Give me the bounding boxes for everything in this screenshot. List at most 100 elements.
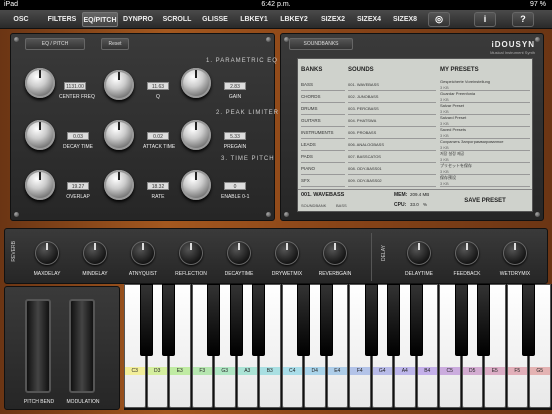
center-freq-knob[interactable] — [25, 68, 55, 98]
black-key[interactable] — [252, 284, 265, 356]
bank-item[interactable]: DRUMS — [301, 103, 345, 115]
preset-size: 3 KB — [440, 181, 449, 186]
reverb-knob-label: REVERBGAIN — [318, 271, 352, 277]
reverb-atnyquist-knob[interactable] — [131, 241, 155, 265]
black-key[interactable] — [387, 284, 400, 356]
reverb-mindelay-knob[interactable] — [83, 241, 107, 265]
delay-title: DELAY — [381, 245, 387, 262]
bank-item[interactable]: LEADS — [301, 139, 345, 151]
preset-size: 3 KB — [440, 97, 449, 102]
key-label: B3 — [260, 367, 280, 375]
delay-knob-label: WETDRYMIX — [499, 271, 531, 277]
delay-wetdrymix-knob[interactable] — [503, 241, 527, 265]
preset-size: 3 KB — [440, 145, 449, 150]
reverb-reverbgain-knob[interactable] — [323, 241, 347, 265]
bank-item[interactable]: SFX — [301, 175, 345, 187]
decay-time-knob[interactable] — [25, 120, 55, 150]
sound-item[interactable]: 006. ANALOGBASS — [348, 139, 436, 151]
black-key[interactable] — [364, 284, 378, 356]
black-key[interactable] — [139, 284, 153, 356]
pregain-knob[interactable] — [181, 120, 211, 150]
black-key[interactable] — [522, 284, 535, 356]
center-freq-label: CENTER FREQ — [59, 94, 95, 100]
key-label: F3 — [192, 367, 212, 375]
black-key[interactable] — [409, 284, 423, 356]
key-label: F5 — [507, 367, 527, 375]
preset-item[interactable]: Сохранить Запрограммированное 3 KB — [440, 139, 530, 151]
gain-knob[interactable] — [181, 68, 211, 98]
eq-pitch-tab[interactable]: EQ / PITCH — [25, 38, 85, 50]
delay-feedback-knob[interactable] — [455, 241, 479, 265]
black-key[interactable] — [477, 284, 490, 356]
black-key[interactable] — [319, 284, 333, 356]
bank-item[interactable]: PIANO — [301, 163, 345, 175]
preset-size: 3 KB — [440, 85, 449, 90]
sound-item[interactable]: 009. ODY-BASS02 — [348, 175, 436, 187]
preset-item[interactable]: プリセットを保存 3 KB — [440, 163, 530, 175]
tab-sizex4[interactable]: SIZEX4 — [352, 12, 386, 27]
reverb-decaytime-knob[interactable] — [227, 241, 251, 265]
preset-item[interactable]: Gespeicherte Voreinstellung 3 KB — [440, 79, 530, 91]
preset-item[interactable]: Saved Presets 3 KB — [440, 127, 530, 139]
preset-item[interactable]: Salvar Preset 3 KB — [440, 103, 530, 115]
preset-item[interactable]: 저장 설정 제공 3 KB — [440, 151, 530, 163]
sound-item[interactable]: 002. JUNOBASS — [348, 91, 436, 103]
reverb-reflection-knob[interactable] — [179, 241, 203, 265]
reverb-knob-label: MINDELAY — [82, 271, 108, 277]
info-icon[interactable]: i — [474, 12, 496, 27]
preset-item[interactable]: Salvard Preset 3 KB — [440, 115, 530, 127]
tab-sizex2[interactable]: SIZEX2 — [316, 12, 350, 27]
key-label: A4 — [395, 367, 415, 375]
tab-scroll[interactable]: SCROLL — [160, 12, 194, 27]
reverb-knob-label: ATNYQUIST — [128, 271, 158, 277]
tab-filters[interactable]: FILTERS — [44, 12, 80, 27]
tab-sizex8[interactable]: SIZEX8 — [388, 12, 422, 27]
sound-item[interactable]: 001. WAVEBASS — [348, 79, 436, 91]
bank-item[interactable]: CHORDS — [301, 91, 345, 103]
sound-item[interactable]: 008. ODY-BASS01 — [348, 163, 436, 175]
reverb-maxdelay-knob[interactable] — [35, 241, 59, 265]
tab-dynpro[interactable]: DYNPRO — [120, 12, 156, 27]
delay-delaytime-knob[interactable] — [407, 241, 431, 265]
bank-item[interactable]: BASS — [301, 79, 345, 91]
modulation-wheel[interactable] — [69, 299, 95, 393]
tab-lbkey1[interactable]: LBKEY1 — [236, 12, 272, 27]
current-sound: 001. WAVEBASS — [301, 192, 345, 198]
key-label: F4 — [350, 367, 370, 375]
mem-value: 209.4 MB — [410, 192, 430, 197]
sound-item[interactable]: 004. PHATSWA — [348, 115, 436, 127]
black-key[interactable] — [162, 284, 175, 356]
soundbanks-tab[interactable]: SOUNDBANKS — [289, 38, 353, 50]
rate-knob[interactable] — [104, 170, 134, 200]
reverb-knob-label: DECAYTIME — [224, 271, 254, 277]
overlap-knob[interactable] — [25, 170, 55, 200]
sound-item[interactable]: 003. PERCBASS — [348, 103, 436, 115]
reverb-drywetmix-knob[interactable] — [275, 241, 299, 265]
sounds-header: SOUNDS — [348, 67, 374, 73]
enable-knob[interactable] — [181, 170, 211, 200]
preset-item[interactable]: Guardar Preenfonia 3 KB — [440, 91, 530, 103]
tab-eq-pitch[interactable]: EQ/PITCH — [82, 12, 118, 27]
q-value: 11.63 — [147, 82, 169, 90]
tab-glisse[interactable]: GLISSE — [198, 12, 232, 27]
black-key[interactable] — [229, 284, 243, 356]
attack-time-knob[interactable] — [104, 120, 134, 150]
battery-label: 97 % — [530, 1, 546, 8]
save-preset-button[interactable]: SAVE PRESET — [440, 192, 530, 210]
reset-button[interactable]: Reset — [101, 38, 129, 50]
sound-item[interactable]: 005. PROBASS — [348, 127, 436, 139]
sound-item[interactable]: 007. BASSCATOS — [348, 151, 436, 163]
pitch-bend-wheel[interactable] — [25, 299, 51, 393]
black-key[interactable] — [454, 284, 468, 356]
bank-item[interactable]: GUITARS — [301, 115, 345, 127]
black-key[interactable] — [297, 284, 310, 356]
bank-item[interactable]: INSTRUMENTS — [301, 127, 345, 139]
q-knob[interactable] — [104, 70, 134, 100]
help-icon[interactable]: ? — [512, 12, 534, 27]
globe-icon[interactable]: ◎ — [428, 12, 450, 27]
bank-item[interactable]: PADS — [301, 151, 345, 163]
preset-item[interactable]: 保存预设 3 KB — [440, 175, 530, 187]
tab-osc[interactable]: OSC — [4, 12, 38, 27]
black-key[interactable] — [207, 284, 220, 356]
tab-lbkey2[interactable]: LBKEY2 — [276, 12, 312, 27]
